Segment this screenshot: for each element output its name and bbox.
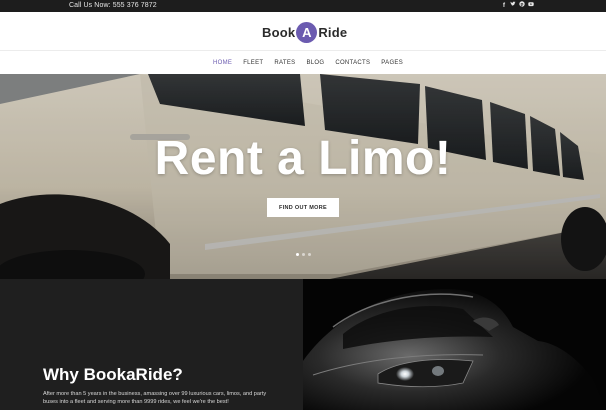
hero-title: Rent a Limo! (154, 132, 452, 185)
svg-text:p: p (521, 3, 524, 7)
pinterest-icon[interactable]: p (519, 1, 525, 11)
social-links: f p (501, 1, 534, 11)
slider-dots (296, 253, 311, 256)
nav-item-rates[interactable]: RATES (274, 59, 295, 67)
why-text: After more than 5 years in the business,… (43, 391, 267, 405)
site-header: Book A Ride (0, 12, 606, 51)
phone-number: Call Us Now: 555 376 7872 (69, 2, 157, 9)
nav-item-pages[interactable]: PAGES (381, 59, 403, 67)
site-logo[interactable]: Book A Ride (262, 22, 347, 43)
slider-dot[interactable] (308, 253, 311, 256)
logo-text-book: Book (262, 25, 296, 40)
slider-dot[interactable] (296, 253, 299, 256)
nav-item-fleet[interactable]: FLEET (243, 59, 263, 67)
logo-badge: A (296, 22, 318, 43)
slider-dot[interactable] (302, 253, 305, 256)
nav-item-blog[interactable]: BLOG (306, 59, 324, 67)
nav-item-home[interactable]: HOME (213, 59, 232, 67)
twitter-icon[interactable] (510, 1, 516, 11)
why-title: Why BookaRide? (43, 365, 183, 384)
find-out-more-button[interactable]: FIND OUT MORE (267, 198, 339, 217)
top-bar: Call Us Now: 555 376 7872 f p (0, 0, 606, 12)
youtube-icon[interactable] (528, 1, 534, 11)
nav-item-contacts[interactable]: CONTACTS (335, 59, 370, 67)
logo-text-ride: Ride (318, 25, 348, 40)
facebook-icon[interactable]: f (501, 1, 507, 11)
main-navigation: HOME FLEET RATES BLOG CONTACTS PAGES (0, 51, 606, 74)
why-section: Why BookaRide? After more than 5 years i… (0, 279, 303, 410)
car-headlight-image (303, 279, 606, 410)
hero-slider: Rent a Limo! FIND OUT MORE (0, 74, 606, 279)
